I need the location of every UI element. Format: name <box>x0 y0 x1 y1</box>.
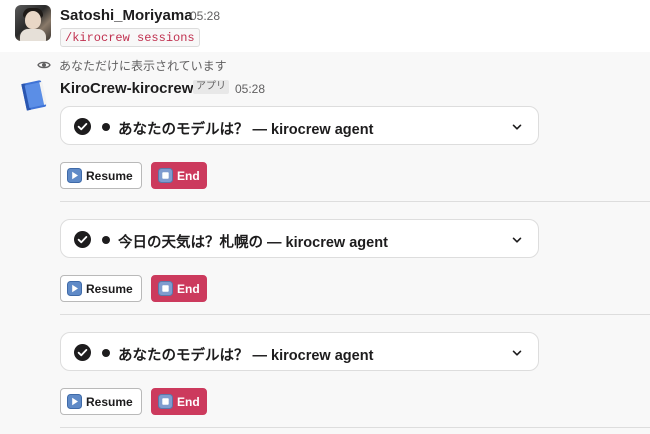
resume-button[interactable]: Resume <box>60 275 142 302</box>
avatar-body <box>20 29 46 41</box>
divider <box>60 201 650 202</box>
check-circle-icon <box>74 344 91 361</box>
session-card[interactable]: あなたのモデルは？ — kirocrew agent <box>60 332 539 371</box>
check-circle-icon <box>74 118 91 135</box>
session-title: 今日の天気は？札幌の — kirocrew agent <box>118 235 388 251</box>
play-icon <box>67 168 82 183</box>
user-name[interactable]: Satoshi_Moriyama <box>60 7 193 24</box>
resume-button-label: Resume <box>86 281 133 296</box>
play-icon <box>67 394 82 409</box>
user-message-time[interactable]: 05:28 <box>190 9 220 23</box>
chevron-down-icon[interactable] <box>511 234 523 246</box>
bot-name[interactable]: KiroCrew-kirocrew <box>60 80 193 97</box>
bullet-icon <box>102 349 110 357</box>
chevron-down-icon[interactable] <box>511 347 523 359</box>
session-title: あなたのモデルは？ — kirocrew agent <box>118 122 374 138</box>
eye-icon <box>37 61 51 69</box>
play-icon <box>67 281 82 296</box>
session-title: あなたのモデルは？ — kirocrew agent <box>118 348 374 364</box>
avatar-face <box>25 11 41 29</box>
bot-message-time[interactable]: 05:28 <box>235 82 265 96</box>
divider <box>60 427 650 428</box>
app-badge: アプリ <box>193 80 229 94</box>
stop-icon <box>158 168 173 183</box>
resume-button[interactable]: Resume <box>60 162 142 189</box>
user-avatar[interactable] <box>15 5 51 41</box>
chevron-down-icon[interactable] <box>511 121 523 133</box>
bot-message: あなただけに表示されています KiroCrew-kirocrew アプリ 05:… <box>0 52 650 434</box>
end-button-label: End <box>177 281 200 296</box>
notebook-avatar-icon[interactable] <box>15 78 51 114</box>
end-button[interactable]: End <box>151 388 207 415</box>
end-button-label: End <box>177 168 200 183</box>
end-button[interactable]: End <box>151 162 207 189</box>
session-card[interactable]: あなたのモデルは？ — kirocrew agent <box>60 106 539 145</box>
command-code: /kirocrew sessions <box>60 28 200 47</box>
bullet-icon <box>102 236 110 244</box>
bullet-icon <box>102 123 110 131</box>
stop-icon <box>158 281 173 296</box>
visibility-note: あなただけに表示されています <box>37 57 227 73</box>
session-card[interactable]: 今日の天気は？札幌の — kirocrew agent <box>60 219 539 258</box>
end-button-label: End <box>177 394 200 409</box>
divider <box>60 314 650 315</box>
user-message: Satoshi_Moriyama 05:28 /kirocrew session… <box>0 0 650 52</box>
resume-button-label: Resume <box>86 394 133 409</box>
visibility-note-text: あなただけに表示されています <box>59 58 227 73</box>
stop-icon <box>158 394 173 409</box>
resume-button[interactable]: Resume <box>60 388 142 415</box>
end-button[interactable]: End <box>151 275 207 302</box>
resume-button-label: Resume <box>86 168 133 183</box>
check-circle-icon <box>74 231 91 248</box>
